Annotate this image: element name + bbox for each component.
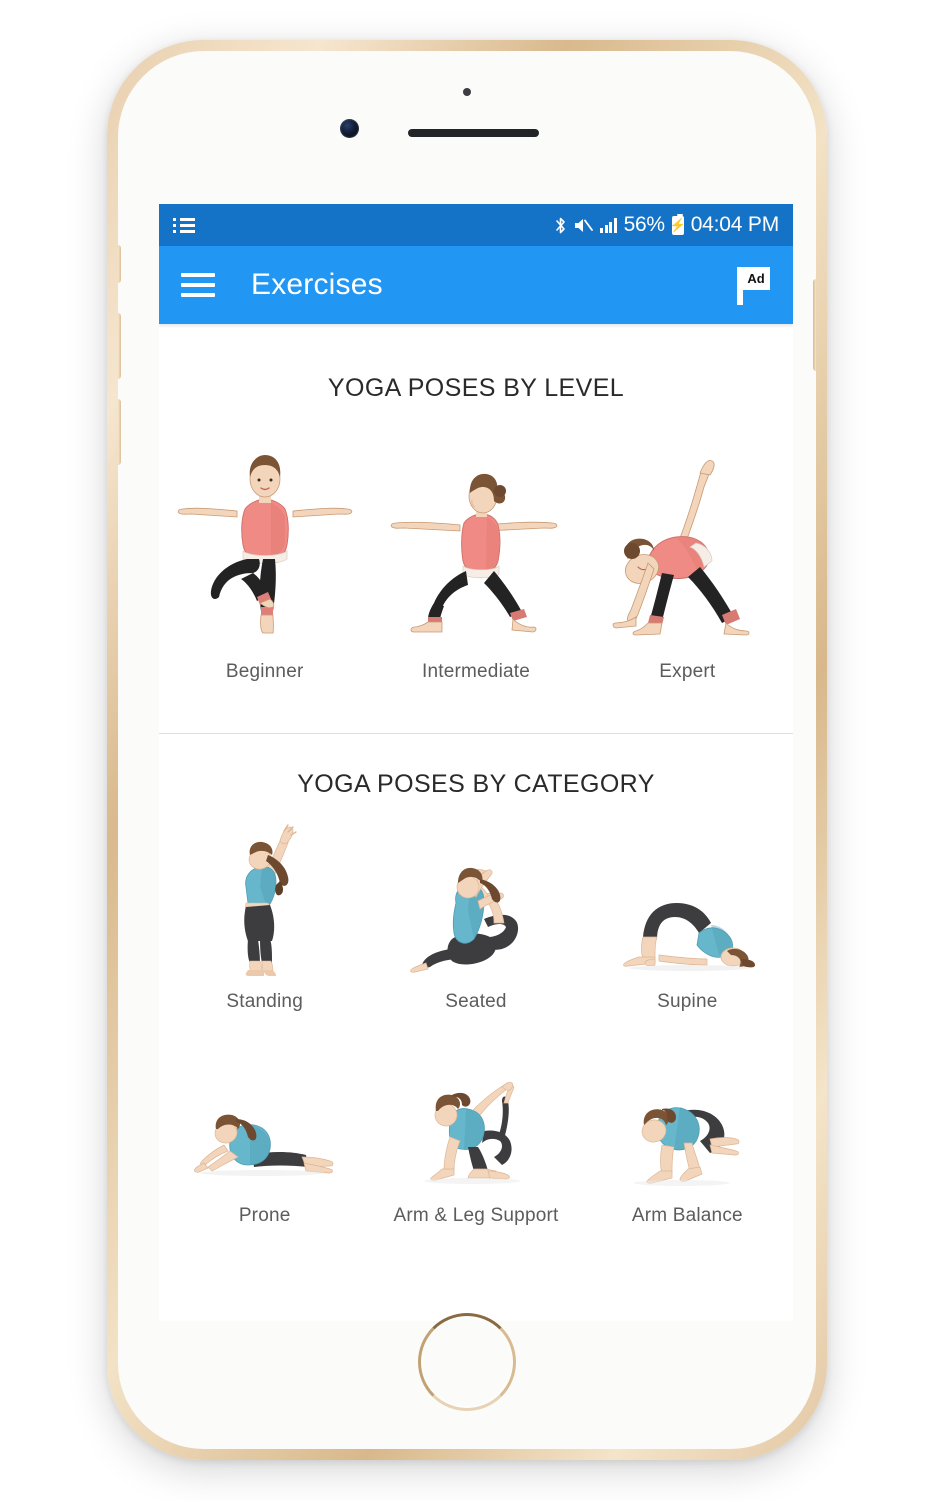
pose-label-prone: Prone <box>238 1205 291 1226</box>
pose-label-standing: Standing <box>226 991 303 1012</box>
crow-pose-illustration <box>622 1071 752 1189</box>
status-bar-left <box>173 217 195 233</box>
earpiece-speaker-icon <box>408 129 539 137</box>
pose-card-beginner[interactable]: Beginner <box>159 447 370 683</box>
pose-card-standing[interactable]: Standing <box>159 817 370 1013</box>
phone-frame: 56% ⚡ 04:04 PM Exercises Ad YOGA POSES B… <box>107 40 827 1460</box>
volume-up-button[interactable] <box>118 313 121 379</box>
status-bar: 56% ⚡ 04:04 PM <box>159 204 793 246</box>
pose-row-category-1: Standing Seated Supine <box>159 817 793 1013</box>
pose-card-prone[interactable]: Prone <box>159 1071 370 1227</box>
home-button[interactable] <box>418 1313 516 1411</box>
proximity-sensor-icon <box>463 88 471 96</box>
bluetooth-icon <box>556 217 565 233</box>
pose-card-supine[interactable]: Supine <box>582 817 793 1013</box>
app-bar: Exercises Ad <box>159 246 793 324</box>
silent-switch[interactable] <box>118 245 121 283</box>
ad-flag-icon[interactable]: Ad <box>737 265 771 305</box>
battery-percent-text: 56% <box>623 213 665 236</box>
seated-mermaid-pose-illustration <box>406 817 546 977</box>
front-camera-icon <box>340 119 359 138</box>
signal-bars-icon <box>600 217 617 233</box>
phone-body: 56% ⚡ 04:04 PM Exercises Ad YOGA POSES B… <box>118 51 816 1449</box>
pose-card-arm-leg-support[interactable]: Arm & Leg Support <box>370 1071 581 1227</box>
battery-charging-icon: ⚡ <box>669 213 686 235</box>
section-title-category: YOGA POSES BY CATEGORY <box>297 770 655 798</box>
pose-card-expert[interactable]: Expert <box>582 447 793 683</box>
pose-card-seated[interactable]: Seated <box>370 817 581 1013</box>
pose-label-arm-leg-support: Arm & Leg Support <box>393 1205 559 1226</box>
page-title: Exercises <box>251 268 383 301</box>
pose-card-intermediate[interactable]: Intermediate <box>370 447 581 683</box>
pose-card-arm-balance[interactable]: Arm Balance <box>582 1071 793 1227</box>
status-bar-right: 56% ⚡ 04:04 PM <box>554 213 779 237</box>
sphinx-pose-illustration <box>190 1071 340 1189</box>
triangle-pose-illustration <box>600 447 775 637</box>
pose-row-category-2: Prone Arm & Leg Support Arm Balance <box>159 1071 793 1227</box>
pose-row-level: Beginner Intermediate Expert <box>159 447 793 683</box>
top-bezel <box>118 51 816 201</box>
content-area: YOGA POSES BY LEVEL Beginner Intermediat… <box>159 324 793 1227</box>
phone-screen: 56% ⚡ 04:04 PM Exercises Ad YOGA POSES B… <box>159 204 793 1321</box>
pose-label-arm-balance: Arm Balance <box>631 1205 743 1226</box>
pose-label-seated: Seated <box>445 991 507 1012</box>
tree-pose-illustration <box>175 447 355 637</box>
section-title-level: YOGA POSES BY LEVEL <box>327 374 625 402</box>
bridge-pose-illustration <box>615 817 760 977</box>
volume-down-button[interactable] <box>118 399 121 465</box>
power-button[interactable] <box>813 279 816 371</box>
standing-backbend-pose-illustration <box>210 817 320 977</box>
pose-label-supine: Supine <box>657 991 718 1012</box>
section-yoga-by-category: YOGA POSES BY CATEGORY Standing Seated S… <box>159 734 793 1227</box>
kneeling-bow-pose-illustration <box>416 1071 536 1189</box>
pose-label-expert: Expert <box>659 661 716 682</box>
hamburger-menu-icon[interactable] <box>181 273 215 297</box>
pose-label-beginner: Beginner <box>225 661 304 682</box>
pose-label-intermediate: Intermediate <box>421 661 530 682</box>
status-bar-clock: 04:04 PM <box>690 213 779 236</box>
list-notification-icon <box>173 217 195 233</box>
ad-flag-label: Ad <box>747 271 765 286</box>
warrior2-pose-illustration <box>386 447 566 637</box>
volume-mute-icon <box>575 218 593 232</box>
section-yoga-by-level: YOGA POSES BY LEVEL Beginner Intermediat… <box>159 324 793 733</box>
